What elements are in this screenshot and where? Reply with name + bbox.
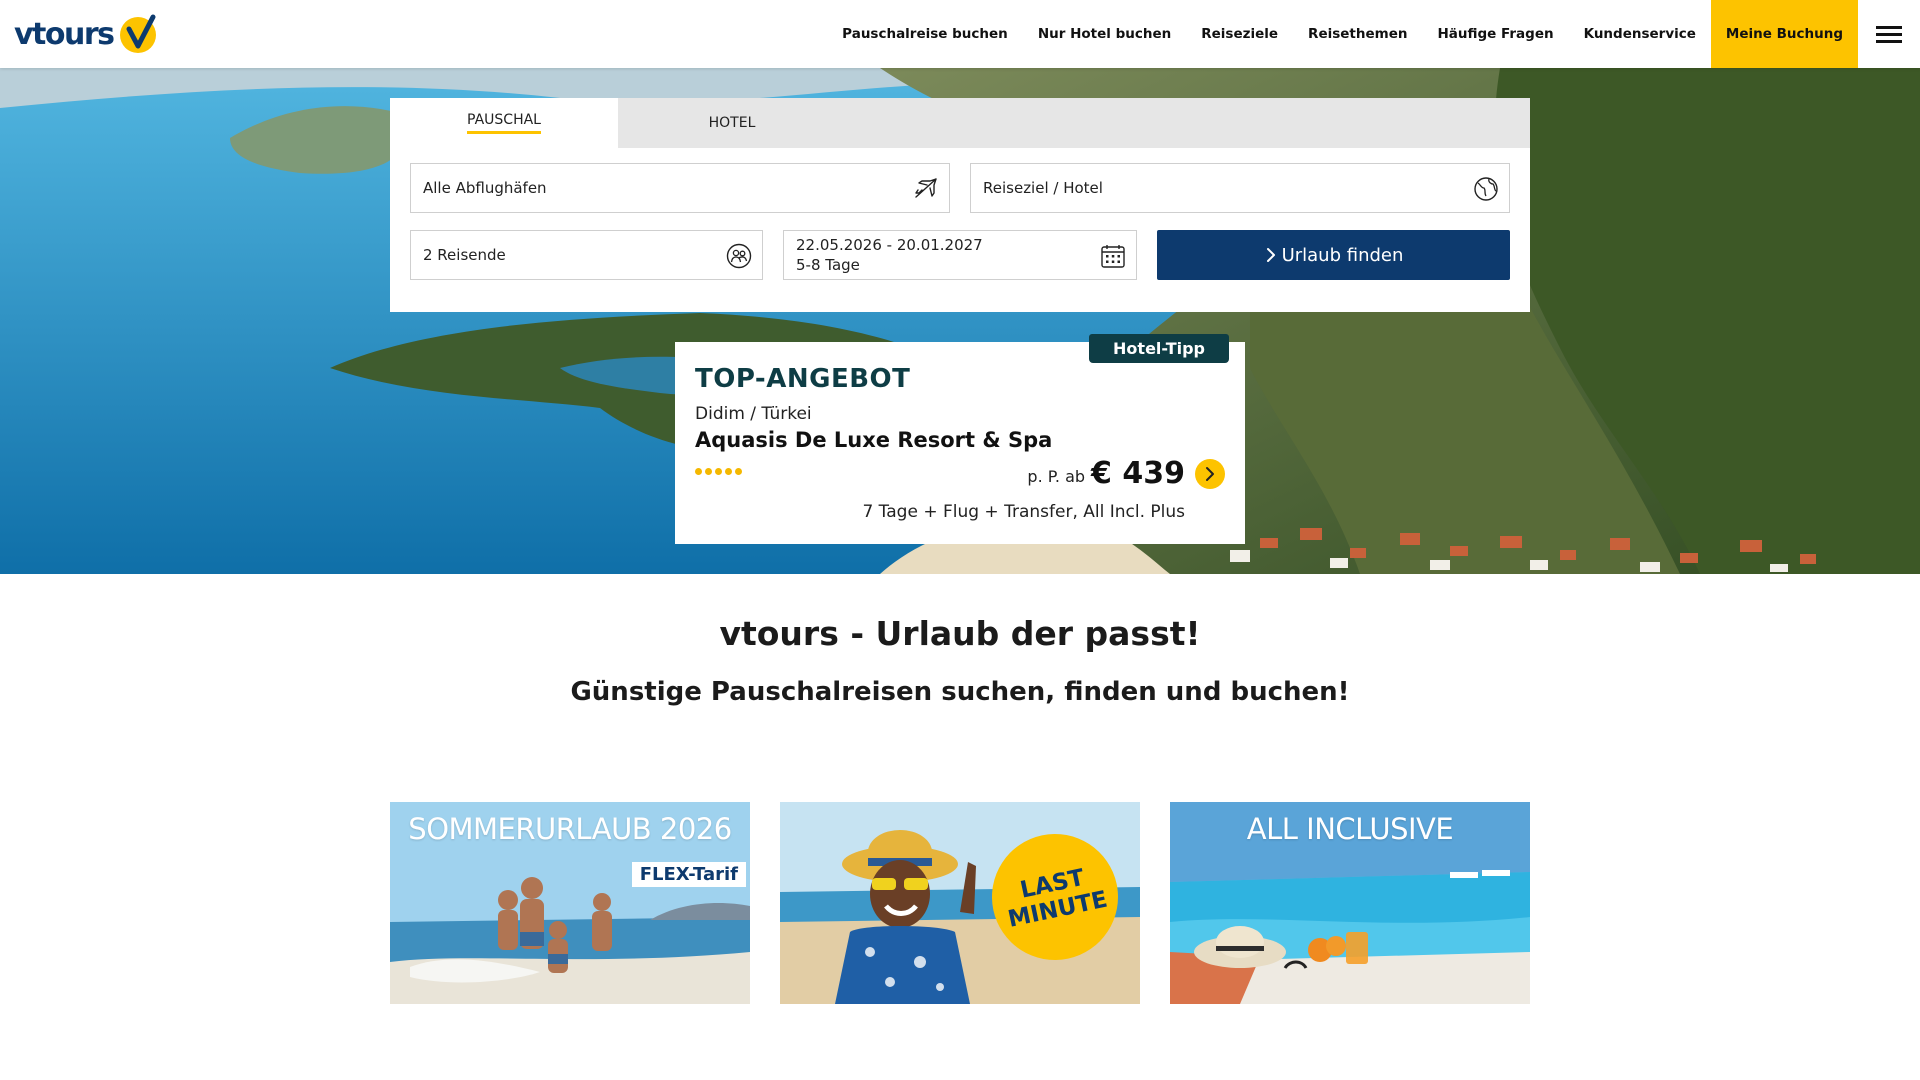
hamburger-icon[interactable]	[1858, 0, 1920, 68]
page-subline: Günstige Pauschalreisen suchen, finden u…	[570, 677, 1350, 707]
tab-hotel[interactable]: HOTEL	[618, 98, 846, 148]
calendar-icon	[1101, 245, 1125, 268]
star-icon	[725, 468, 732, 475]
plane-icon	[915, 178, 937, 198]
promo-tiles: SOMMERURLAUB 2026 FLEX-Tarif LAST MINUTE	[390, 802, 1530, 1004]
star-icon	[695, 468, 702, 475]
destination-value: Reiseziel / Hotel	[983, 179, 1103, 197]
nav-pauschalreise-buchen[interactable]: Pauschalreise buchen	[827, 0, 1023, 68]
departure-value: Alle Abflughäfen	[423, 179, 547, 197]
date-range: 22.05.2026 - 20.01.2027	[796, 236, 983, 254]
offer-location: Didim / Türkei	[695, 404, 812, 424]
tile-all-inclusive-title: ALL INCLUSIVE	[1246, 812, 1454, 846]
nav-meine-buchung[interactable]: Meine Buchung	[1710, 0, 1858, 68]
hotel-rating-stars	[695, 468, 742, 475]
find-holiday-label: Urlaub finden	[1281, 244, 1404, 266]
flex-tarif-badge: FLEX-Tarif	[631, 862, 746, 887]
nav-haeufige-fragen[interactable]: Häufige Fragen	[1422, 0, 1568, 68]
logo-check-icon	[119, 14, 156, 53]
logo-text: vtours	[14, 16, 115, 52]
destination-field[interactable]: Reiseziel / Hotel	[970, 163, 1510, 213]
date-field[interactable]: 22.05.2026 - 20.01.2027 5-8 Tage	[783, 230, 1137, 280]
tile-last-minute[interactable]: LAST MINUTE	[780, 802, 1140, 1004]
nav-reiseziele[interactable]: Reiseziele	[1186, 0, 1293, 68]
nav-kundenservice[interactable]: Kundenservice	[1569, 0, 1711, 68]
find-holiday-button[interactable]: Urlaub finden	[1157, 230, 1510, 280]
offer-title: TOP-ANGEBOT	[695, 364, 911, 394]
main-nav: Pauschalreise buchen Nur Hotel buchen Re…	[827, 0, 1920, 68]
top-offer-card[interactable]: Hotel-Tipp TOP-ANGEBOT Didim / Türkei Aq…	[675, 334, 1245, 544]
offer-hotel-name: Aquasis De Luxe Resort & Spa	[695, 428, 1053, 452]
travellers-value: 2 Reisende	[423, 246, 506, 264]
globe-icon	[1474, 177, 1498, 201]
offer-arrow-button[interactable]	[1195, 458, 1225, 489]
tab-pauschal-label: PAUSCHAL	[467, 112, 541, 134]
departure-field[interactable]: Alle Abflughäfen	[410, 163, 950, 213]
chevron-right-icon	[1206, 466, 1214, 481]
search-panel: PAUSCHAL HOTEL Alle Abflughäfen Reisezie…	[390, 98, 1530, 312]
tile-sommerurlaub-title: SOMMERURLAUB 2026	[408, 812, 732, 846]
nav-reisethemen[interactable]: Reisethemen	[1293, 0, 1422, 68]
offer-description: 7 Tage + Flug + Transfer, All Incl. Plus	[862, 502, 1185, 522]
vtours-logo[interactable]: vtours	[14, 12, 159, 56]
travellers-icon	[726, 243, 752, 269]
tile-all-inclusive[interactable]: ALL INCLUSIVE	[1170, 802, 1530, 1004]
star-icon	[705, 468, 712, 475]
page-headline: vtours - Urlaub der passt!	[719, 614, 1201, 653]
star-icon	[715, 468, 722, 475]
chevron-right-icon	[1266, 248, 1275, 262]
tile-sommerurlaub[interactable]: SOMMERURLAUB 2026 FLEX-Tarif	[390, 802, 750, 1004]
nav-nur-hotel-buchen[interactable]: Nur Hotel buchen	[1023, 0, 1186, 68]
price-prefix: p. P. ab	[1027, 467, 1086, 486]
date-duration: 5-8 Tage	[796, 256, 860, 274]
price-value: € 439	[1091, 456, 1185, 491]
offer-price: p. P. ab € 439	[1027, 456, 1225, 491]
site-header: vtours Pauschalreise buchen Nur Hotel bu…	[0, 0, 1920, 68]
search-tabs: PAUSCHAL HOTEL	[390, 98, 1530, 148]
star-icon	[735, 468, 742, 475]
tab-pauschal[interactable]: PAUSCHAL	[390, 98, 618, 148]
tab-hotel-label: HOTEL	[708, 115, 756, 131]
hotel-tipp-badge: Hotel-Tipp	[1089, 334, 1229, 363]
travellers-field[interactable]: 2 Reisende	[410, 230, 763, 280]
